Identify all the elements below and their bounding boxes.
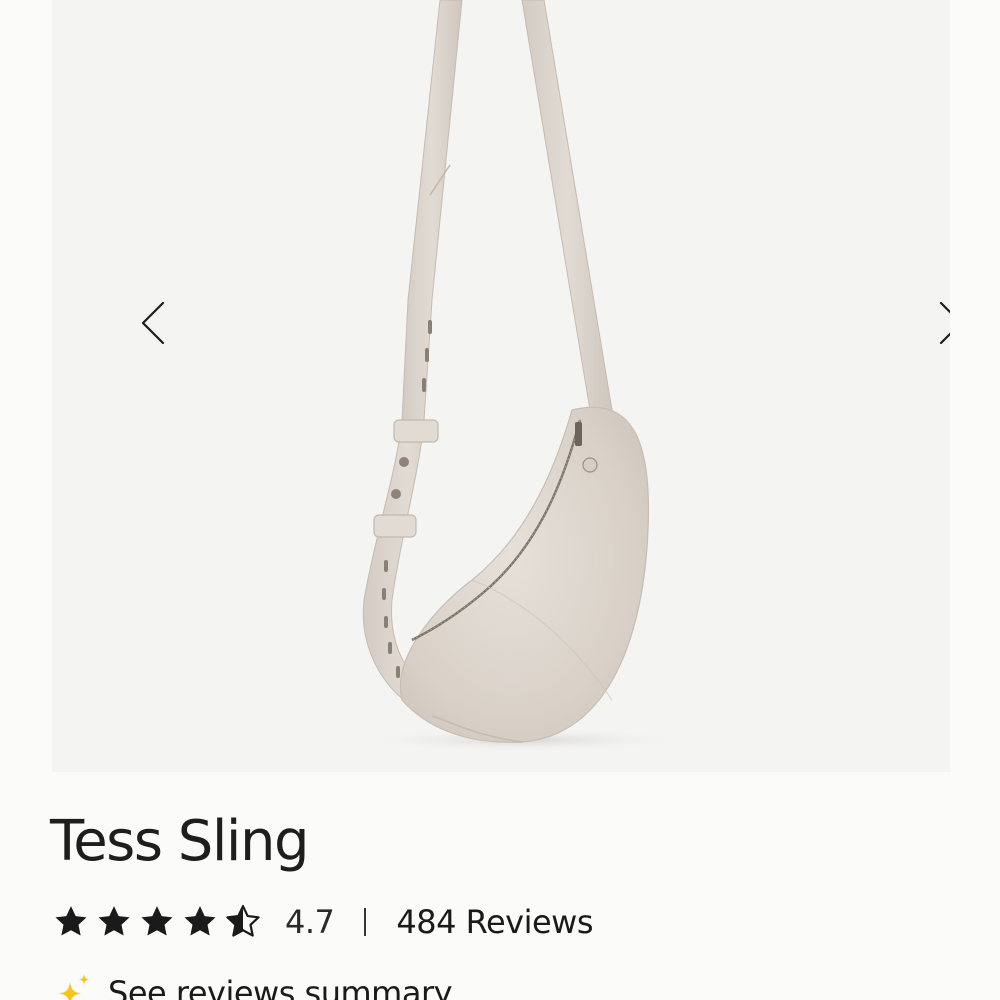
next-image-button[interactable] bbox=[928, 293, 950, 353]
star-full-icon bbox=[141, 906, 173, 936]
star-full-icon bbox=[184, 906, 216, 936]
rating-row: 4.7 484 Reviews bbox=[52, 896, 593, 948]
reviews-summary-row[interactable]: See reviews summary bbox=[52, 972, 453, 1000]
divider bbox=[364, 908, 367, 936]
product-title: Tess Sling bbox=[50, 809, 310, 874]
star-full-icon bbox=[98, 906, 130, 936]
sparkle-icon bbox=[59, 974, 89, 1000]
rating-value: 4.7 bbox=[285, 903, 335, 941]
reviews-summary-link[interactable]: See reviews summary bbox=[108, 974, 453, 1000]
star-rating[interactable] bbox=[52, 903, 267, 941]
chevron-right-icon bbox=[939, 301, 950, 345]
product-page: Tess Sling 4.7 484 Reviews See reviews s… bbox=[0, 0, 1000, 1000]
reviews-count-link[interactable]: 484 Reviews bbox=[396, 903, 593, 941]
product-photo bbox=[352, 0, 692, 752]
previous-image-button[interactable] bbox=[132, 293, 176, 353]
product-image-gallery[interactable] bbox=[52, 0, 950, 772]
star-full-icon bbox=[55, 906, 87, 936]
chevron-left-icon bbox=[141, 301, 165, 345]
star-half-icon bbox=[226, 905, 260, 937]
